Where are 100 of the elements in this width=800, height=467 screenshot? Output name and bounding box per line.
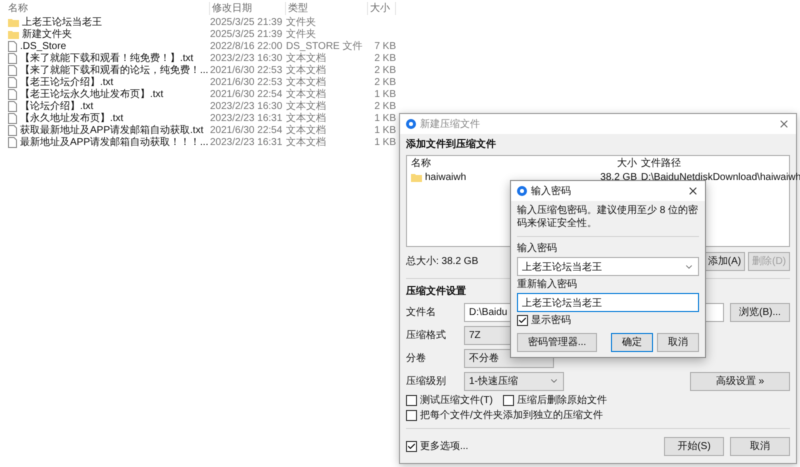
file-name[interactable]: 最新地址及APP请发邮箱自动获取！！！... xyxy=(20,136,208,149)
section-title: 添加文件到压缩文件 xyxy=(406,138,496,152)
modified-date: 2021/6/30 22:54 xyxy=(210,88,284,101)
file-type: 文件夹 xyxy=(286,28,317,41)
option-label[interactable]: 把每个文件/文件夹添加到独立的压缩文件 xyxy=(420,409,603,422)
option-label[interactable]: 更多选项... xyxy=(420,440,468,452)
browse-button[interactable]: 浏览(B)... xyxy=(730,302,790,322)
folder-icon xyxy=(411,172,422,182)
column-header[interactable]: 大小 xyxy=(577,156,637,170)
column-header[interactable]: 名称 xyxy=(407,156,577,170)
file-type: 文本文档 xyxy=(286,112,327,124)
modified-date: 2023/2/23 16:30 xyxy=(210,52,284,65)
field-label: 重新输入密码 xyxy=(517,278,578,291)
file-name[interactable]: 获取最新地址及APP请发邮箱自动获取.txt xyxy=(20,124,204,137)
file-type: 文本文档 xyxy=(286,64,327,76)
file-name[interactable]: 【永久地址发布页】.txt xyxy=(20,112,124,125)
start-button[interactable]: 开始(S) xyxy=(664,436,724,456)
column-header[interactable]: 类型 xyxy=(286,2,368,14)
file-type: 文本文档 xyxy=(286,52,327,64)
confirm-password-field[interactable]: 上老王论坛当老王 xyxy=(517,293,699,312)
field-label: 分卷 xyxy=(406,352,427,364)
document-icon xyxy=(8,77,17,88)
app-icon xyxy=(406,119,416,129)
checkbox[interactable] xyxy=(502,395,514,406)
modified-date: 2021/6/30 22:53 xyxy=(210,64,284,77)
document-icon xyxy=(8,53,17,64)
file-type: 文本文档 xyxy=(286,100,327,112)
level-select[interactable]: 1-快速压缩 xyxy=(464,372,564,390)
file-type: DS_STORE 文件 xyxy=(286,40,364,52)
file-type: 文本文档 xyxy=(286,124,327,136)
section-title: 压缩文件设置 xyxy=(406,285,466,299)
file-size: 7 KB xyxy=(373,40,396,53)
option-label[interactable]: 测试压缩文件(T) xyxy=(420,394,493,407)
checkbox[interactable] xyxy=(406,410,417,421)
field-label: 压缩级别 xyxy=(406,374,447,388)
folder-icon xyxy=(8,30,19,39)
modified-date: 2025/3/25 21:39 xyxy=(210,28,284,41)
modified-date: 2021/6/30 22:53 xyxy=(210,76,284,89)
window-title: 输入密码 xyxy=(531,184,572,198)
document-icon xyxy=(8,137,17,148)
password-manager-button[interactable]: 密码管理器... xyxy=(517,332,597,352)
option-label[interactable]: 显示密码 xyxy=(531,314,571,327)
file-size: 2 KB xyxy=(373,100,396,113)
cancel-button[interactable]: 取消 xyxy=(657,332,699,352)
hint-text: 输入压缩包密码。建议使用至少 8 位的密码来保证安全性。 xyxy=(517,204,699,230)
field-label: 压缩格式 xyxy=(406,328,447,342)
document-icon xyxy=(8,41,17,52)
modified-date: 2023/2/23 16:31 xyxy=(210,136,284,149)
document-icon xyxy=(8,113,17,124)
file-size: 2 KB xyxy=(373,76,396,89)
checkbox[interactable] xyxy=(517,315,528,326)
modified-date: 2021/6/30 22:54 xyxy=(210,124,284,137)
field-label: 文件名 xyxy=(406,306,437,318)
column-header[interactable]: 大小 xyxy=(368,2,396,14)
file-type: 文本文档 xyxy=(286,88,327,100)
file-size: 2 KB xyxy=(373,52,396,65)
file-name[interactable]: 【老王论坛永久地址发布页】.txt xyxy=(20,88,164,101)
file-name[interactable]: 新建文件夹 xyxy=(22,28,72,41)
modified-date: 2023/2/23 16:30 xyxy=(210,100,284,113)
file-size: 1 KB xyxy=(373,136,396,149)
window-title: 新建压缩文件 xyxy=(420,118,481,131)
checkbox[interactable] xyxy=(406,395,417,406)
document-icon xyxy=(8,89,17,100)
folder-icon xyxy=(8,18,19,27)
close-icon[interactable] xyxy=(687,185,699,197)
field-label: 输入密码 xyxy=(517,242,558,255)
file-type: 文件夹 xyxy=(286,16,317,28)
file-type: 文本文档 xyxy=(286,136,327,149)
file-name[interactable]: 【论坛介绍】.txt xyxy=(20,100,94,113)
file-name[interactable]: 【来了就能下载和观看！纯免费！】.txt xyxy=(20,52,194,65)
document-icon xyxy=(8,65,17,76)
app-icon xyxy=(517,186,527,196)
modified-date: 2025/3/25 21:39 xyxy=(210,16,284,29)
document-icon xyxy=(8,101,17,112)
file-size: 1 KB xyxy=(373,112,396,125)
file-size: 1 KB xyxy=(373,124,396,137)
password-field[interactable]: 上老王论坛当老王 xyxy=(517,257,699,276)
file-size: 1 KB xyxy=(373,88,396,101)
file-size: 2 KB xyxy=(373,64,396,77)
advanced-settings-button[interactable]: 高级设置 » xyxy=(690,372,790,390)
column-header[interactable]: 修改日期 xyxy=(210,2,286,14)
document-icon xyxy=(8,125,17,136)
file-name[interactable]: 上老王论坛当老王 xyxy=(22,16,102,29)
file-size: 38.2 GB xyxy=(599,170,637,184)
file-name[interactable]: haiwaiwh xyxy=(425,170,466,184)
add-button[interactable]: 添加(A) xyxy=(704,252,746,270)
ok-button[interactable]: 确定 xyxy=(611,332,653,352)
file-name[interactable]: .DS_Store xyxy=(20,40,66,53)
column-header[interactable]: 文件路径 xyxy=(637,156,789,170)
modified-date: 2022/8/16 22:00 xyxy=(210,40,284,53)
modified-date: 2023/2/23 16:31 xyxy=(210,112,284,125)
total-size: 总大小: 38.2 GB xyxy=(406,254,478,268)
close-icon[interactable] xyxy=(778,118,790,130)
file-name[interactable]: 【老王论坛介绍】.txt xyxy=(20,76,114,89)
column-header[interactable]: 名称 xyxy=(0,2,210,14)
file-type: 文本文档 xyxy=(286,76,327,88)
checkbox[interactable] xyxy=(406,440,417,452)
cancel-button[interactable]: 取消 xyxy=(730,436,790,456)
option-label[interactable]: 压缩后删除原始文件 xyxy=(516,394,607,407)
file-name[interactable]: 【来了就能下载和观看的论坛，纯免费！... xyxy=(20,64,208,77)
